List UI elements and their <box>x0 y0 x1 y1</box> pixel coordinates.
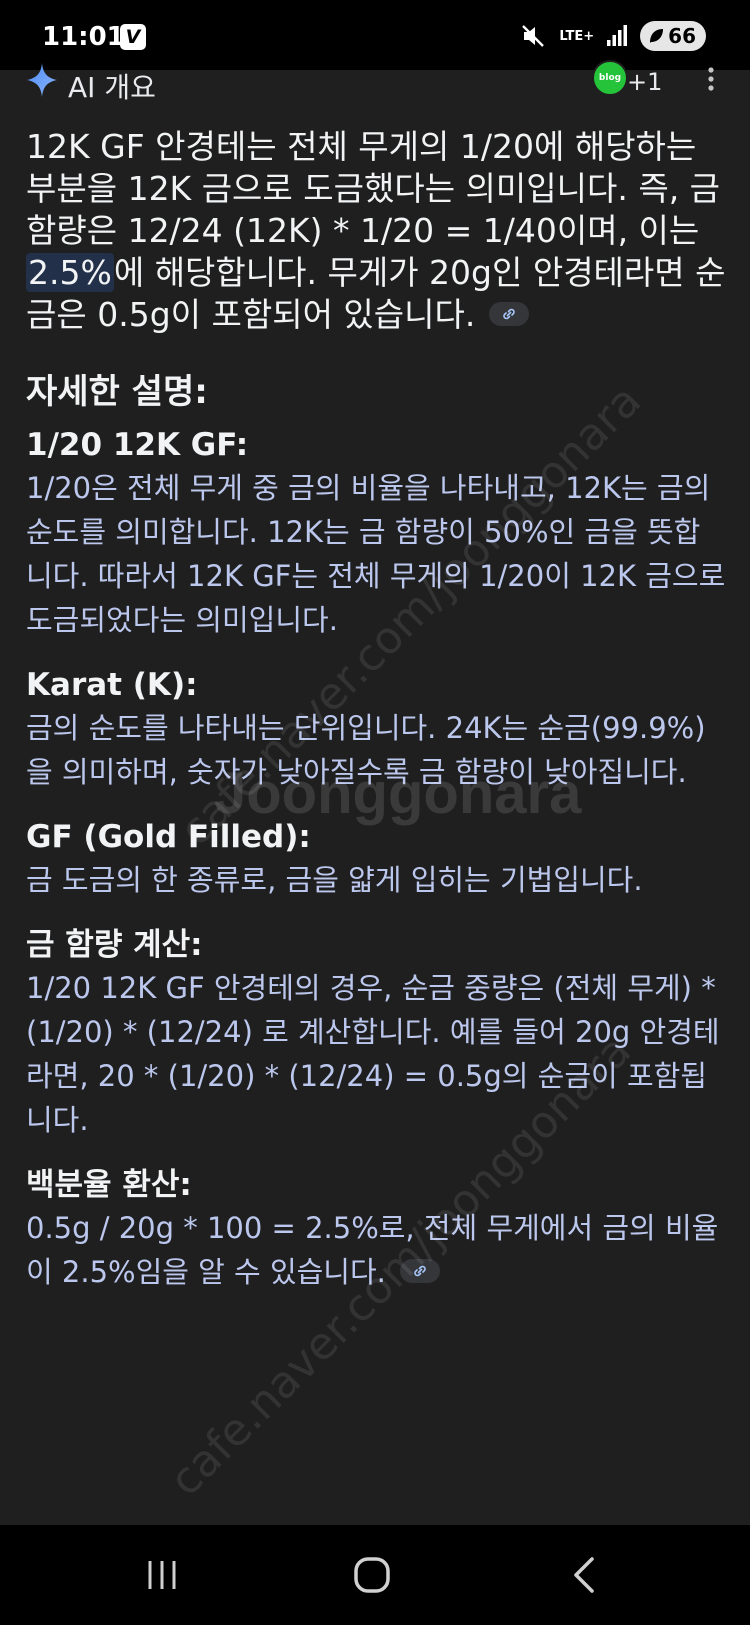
detail-item-title: Karat (K): <box>26 667 198 703</box>
source-count[interactable]: +1 <box>627 68 662 96</box>
detail-item: 1/20 12K GF: 1/20은 전체 무게 중 금의 비율을 나타내고, … <box>26 424 726 642</box>
recent-apps-icon[interactable] <box>142 1555 182 1595</box>
app-notification-icon: V <box>120 24 146 50</box>
home-icon[interactable] <box>352 1555 392 1595</box>
link-icon <box>414 1265 426 1277</box>
detail-item: Karat (K): 금의 순도를 나타내는 단위입니다. 24K는 순금(99… <box>26 664 726 794</box>
detail-item-body: 1/20은 전체 무게 중 금의 비율을 나타내고, 12K는 금의 순도를 의… <box>26 471 726 637</box>
sparkle-icon <box>27 63 57 97</box>
navigation-bar <box>0 1525 750 1625</box>
ai-overview-header: AI 개요 blog +1 <box>0 58 750 104</box>
source-blog-badge[interactable]: blog <box>592 60 628 96</box>
leaf-icon <box>650 29 664 43</box>
source-link-chip[interactable] <box>489 301 530 326</box>
network-type-label: LTE+ <box>559 28 595 44</box>
detail-item-body: 1/20 12K GF 안경테의 경우, 순금 중량은 (전체 무게) * (1… <box>26 971 720 1137</box>
summary-highlight: 2.5% <box>26 253 114 292</box>
ai-overview-title: AI 개요 <box>68 71 156 104</box>
summary-text-start: 12K GF 안경테는 전체 무게의 1/20에 해당하는 부분을 12K 금으… <box>26 127 721 250</box>
detail-item-body-text: 0.5g / 20g * 100 = 2.5%로, 전체 무게에서 금의 비율이… <box>26 1211 719 1289</box>
detail-item: 백분율 환산: 0.5g / 20g * 100 = 2.5%로, 전체 무게에… <box>26 1164 726 1294</box>
summary-text-end: 에 해당합니다. 무게가 20g인 안경테라면 순금은 0.5g이 포함되어 있… <box>26 253 726 334</box>
link-icon <box>503 308 516 319</box>
detail-item-title: GF (Gold Filled): <box>26 819 311 855</box>
detail-item-title: 금 함량 계산: <box>26 927 203 963</box>
battery-indicator: 66 <box>640 21 706 51</box>
summary-paragraph: 12K GF 안경테는 전체 무게의 1/20에 해당하는 부분을 12K 금으… <box>26 126 726 336</box>
more-vert-icon[interactable] <box>704 66 718 92</box>
back-icon[interactable] <box>564 1555 604 1595</box>
detail-item-body: 금의 순도를 나타내는 단위입니다. 24K는 순금(99.9%)을 의미하며,… <box>26 711 706 789</box>
signal-icon <box>607 25 628 46</box>
detail-item-title: 백분율 환산: <box>26 1167 192 1203</box>
detail-item-title: 1/20 12K GF: <box>26 427 249 463</box>
source-link-chip[interactable] <box>399 1259 440 1283</box>
ai-overview-content: 12K GF 안경테는 전체 무게의 1/20에 해당하는 부분을 12K 금으… <box>26 126 726 1294</box>
mute-icon <box>522 25 545 47</box>
battery-level: 66 <box>668 24 696 48</box>
detail-item: 금 함량 계산: 1/20 12K GF 안경테의 경우, 순금 중량은 (전체… <box>26 924 726 1142</box>
details-heading: 자세한 설명: <box>26 372 208 412</box>
status-time: 11:01 <box>42 22 125 52</box>
detail-item-body: 금 도금의 한 종류로, 금을 얇게 입히는 기법입니다. <box>26 863 643 897</box>
detail-item-body: 0.5g / 20g * 100 = 2.5%로, 전체 무게에서 금의 비율이… <box>26 1206 726 1294</box>
status-indicators: LTE+ 66 <box>521 20 706 52</box>
detail-item: GF (Gold Filled): 금 도금의 한 종류로, 금을 얇게 입히는… <box>26 816 726 902</box>
